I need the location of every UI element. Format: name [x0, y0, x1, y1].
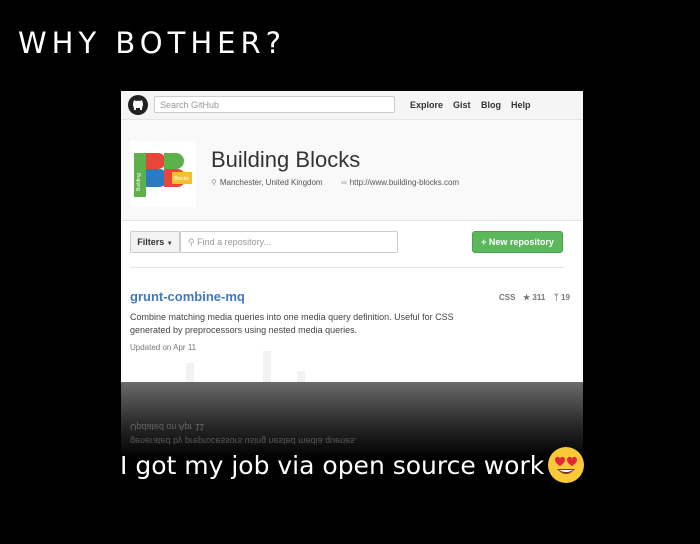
filters-label: Filters: [137, 237, 165, 247]
repo-forks-count: 19: [561, 293, 570, 302]
avatar-building-text: Building: [136, 173, 142, 191]
new-repository-button[interactable]: + New repository: [472, 231, 563, 253]
filters-button[interactable]: Filters ▼: [130, 231, 180, 253]
github-screenshot: Search GitHub Explore Gist Blog Help Bui…: [121, 91, 583, 382]
chevron-down-icon: ▼: [166, 241, 173, 247]
star-icon: ★: [523, 293, 531, 302]
reflection-description: generated by preprocessors using nested …: [130, 436, 358, 446]
avatar-blocks-text: Blocks: [174, 176, 189, 182]
list-divider: [130, 267, 564, 268]
search-icon: ⚲: [188, 237, 195, 247]
github-search-input[interactable]: Search GitHub: [154, 96, 395, 113]
repo-stars-count: 311: [532, 293, 546, 302]
link-icon: ∞: [341, 178, 347, 187]
repo-forks[interactable]: ᛉ 19: [554, 293, 570, 302]
reflection-updated: Updated on Apr 11: [130, 422, 205, 432]
heart-eyes-emoji-icon: [548, 447, 584, 483]
org-location: ⚲ Manchester, United Kingdom: [211, 178, 323, 187]
repo-search-placeholder: Find a repository...: [197, 237, 271, 247]
nav-blog[interactable]: Blog: [481, 100, 501, 110]
repo-language: CSS: [499, 293, 516, 302]
repo-stars[interactable]: ★ 311: [523, 293, 545, 302]
repo-search-input[interactable]: ⚲ Find a repository...: [180, 231, 398, 253]
faded-graph-bar: [186, 363, 194, 382]
slide-caption: I got my job via open source work: [120, 451, 545, 480]
org-name: Building Blocks: [211, 147, 361, 172]
org-website-text[interactable]: http://www.building-blocks.com: [350, 178, 459, 187]
org-website[interactable]: ∞ http://www.building-blocks.com: [341, 178, 459, 187]
org-header: Building Blocks Building Blocks ⚲ Manches…: [121, 120, 583, 221]
nav-gist[interactable]: Gist: [453, 100, 471, 110]
fork-icon: ᛉ: [554, 293, 559, 302]
location-pin-icon: ⚲: [211, 178, 217, 187]
nav-help[interactable]: Help: [511, 100, 531, 110]
repo-name-link[interactable]: grunt-combine-mq: [130, 289, 245, 304]
faded-graph-bar: [263, 351, 271, 382]
org-location-text: Manchester, United Kingdom: [219, 178, 323, 187]
repo-updated: Updated on Apr 11: [130, 343, 197, 352]
faded-graph-bar: [297, 371, 305, 382]
slide-title: WHY BOTHER?: [18, 26, 287, 60]
github-logo-icon[interactable]: [127, 94, 149, 116]
repo-description: Combine matching media queries into one …: [130, 312, 454, 335]
nav-explore[interactable]: Explore: [410, 100, 443, 110]
github-header: Search GitHub Explore Gist Blog Help: [121, 91, 583, 120]
org-avatar: Building Blocks: [130, 141, 196, 207]
screenshot-reflection: Updated on Apr 11 generated by preproces…: [121, 382, 583, 458]
